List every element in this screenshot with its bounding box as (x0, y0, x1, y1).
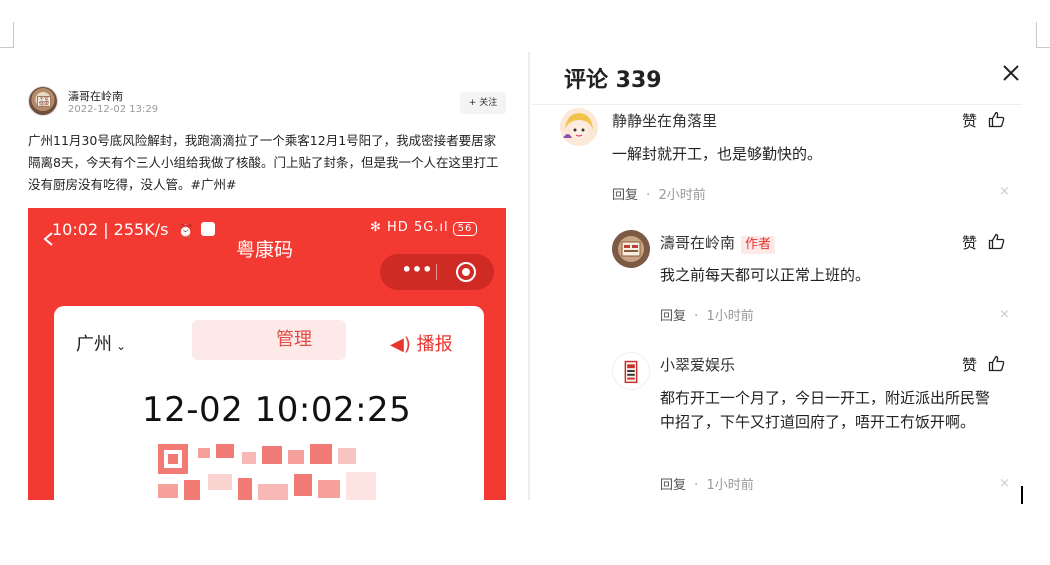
comment-time: 1小时前 (706, 478, 754, 493)
dismiss-comment-button[interactable]: × (999, 184, 1010, 199)
header-divider (532, 104, 1022, 105)
like-button[interactable]: 赞 (962, 110, 1005, 131)
dismiss-comment-button[interactable]: × (999, 307, 1010, 322)
app-badge-icon (200, 222, 215, 236)
panel-divider (528, 52, 530, 500)
status-bar-time: 10:02 | 255K/s ⏰ (52, 220, 215, 239)
app-title: 粤康码 (236, 239, 294, 261)
city-label: 广州 (76, 334, 112, 355)
page: 平安 健康 濤哥在岭南 2022-12-02 13:29 + 关注 广州11月3… (0, 0, 1050, 565)
comments-title: 评论 339 (564, 68, 662, 93)
page-corner-mark (0, 22, 14, 48)
meta-separator: · (646, 188, 651, 203)
post-author-row: 平安 健康 濤哥在岭南 2022-12-02 13:29 + 关注 (28, 84, 506, 120)
avatar-sign-icon (612, 230, 650, 268)
more-icon[interactable]: ••• (394, 260, 440, 279)
comment-meta: 回复 · 1小时前 (660, 474, 754, 493)
page-corner-mark (1036, 22, 1050, 48)
comment-text: 都冇开工一个月了，今日一开工，附近派出所民警中招了，下午又打道回府了，唔开工冇饭… (660, 389, 991, 431)
status-time-text: 10:02 | 255K/s (52, 220, 169, 239)
code-datetime: 12-02 10:02:25 (142, 390, 412, 430)
status-bar-icons: ✻ HD 5G.ıl 56 (370, 220, 478, 236)
broadcast-button[interactable]: ◀) 播报 (390, 330, 453, 356)
avatar-logo-icon (613, 353, 649, 389)
mini-app-capsule[interactable]: ••• (380, 254, 494, 290)
comment-author-name[interactable]: 静静坐在角落里 (612, 110, 717, 131)
comments-panel: 评论 339 静静坐在角落里 赞 一解封就开工，也是够勤快的。 回复 · 2小时… (532, 52, 1022, 500)
meta-separator: · (694, 309, 699, 324)
reply-button[interactable]: 回复 (660, 309, 686, 324)
comment-time: 2小时前 (658, 188, 706, 203)
thumbs-up-icon (988, 233, 1005, 250)
avatar-girl-icon (560, 108, 598, 146)
manage-button[interactable]: 管理 (192, 320, 346, 360)
post: 平安 健康 濤哥在岭南 2022-12-02 13:29 + 关注 广州11月3… (28, 84, 506, 500)
post-body: 广州11月30号底风险解封，我跑滴滴拉了一个乘客12月1号阳了，我成密接者要居家… (28, 133, 499, 192)
comment-author-name[interactable]: 濤哥在岭南 作者 (660, 232, 776, 254)
network-signal-icon: ✻ HD 5G.ıl (370, 220, 449, 235)
avatar-sign: 平安 健康 (37, 96, 51, 107)
post-timestamp: 2022-12-02 13:29 (68, 104, 159, 115)
close-mini-app-icon[interactable] (456, 262, 476, 282)
chevron-down-icon: ⌄ (116, 339, 127, 353)
comment-author-name[interactable]: 小翠爱娱乐 (660, 354, 735, 375)
comment-meta: 回复 · 1小时前 (660, 305, 754, 324)
capsule-divider (436, 264, 437, 280)
avatar[interactable] (612, 230, 650, 268)
post-author-name[interactable]: 濤哥在岭南 (68, 88, 123, 104)
author-name-text: 濤哥在岭南 (660, 234, 736, 252)
text-cursor (1021, 486, 1023, 504)
like-button[interactable]: 赞 (962, 232, 1005, 253)
dismiss-comment-button[interactable]: × (999, 476, 1010, 491)
like-button[interactable]: 赞 (962, 354, 1005, 375)
comment-meta: 回复 · 2小时前 (612, 184, 706, 203)
follow-button[interactable]: + 关注 (460, 92, 506, 114)
comment-time: 1小时前 (706, 309, 754, 324)
reply-button[interactable]: 回复 (660, 478, 686, 493)
meta-separator: · (694, 478, 699, 493)
battery-icon: 56 (452, 222, 478, 236)
like-label: 赞 (962, 356, 978, 374)
like-label: 赞 (962, 112, 978, 130)
comment-text: 我之前每天都可以正常上班的。 (660, 266, 871, 284)
avatar[interactable] (560, 108, 598, 146)
city-selector[interactable]: 广州 ⌄ (76, 330, 126, 356)
alarm-icon: ⏰ (177, 224, 194, 239)
qr-code-blurred (158, 444, 386, 500)
author-badge: 作者 (741, 236, 776, 254)
thumbs-up-icon (988, 355, 1005, 372)
close-icon[interactable] (1000, 62, 1022, 84)
post-image-health-code[interactable]: 10:02 | 255K/s ⏰ ✻ HD 5G.ıl 56 粤康码 ••• 广州… (28, 208, 506, 500)
avatar[interactable] (612, 352, 650, 390)
back-arrow-icon[interactable] (42, 232, 56, 246)
like-label: 赞 (962, 234, 978, 252)
avatar[interactable]: 平安 健康 (28, 86, 58, 116)
comment-text: 一解封就开工，也是够勤快的。 (612, 145, 823, 163)
health-code-card: 广州 ⌄ 管理 ◀) 播报 12-02 10:02:25 (54, 306, 484, 500)
broadcast-label: 播报 (416, 334, 453, 355)
thumbs-up-icon (988, 111, 1005, 128)
speaker-icon: ◀) (390, 334, 411, 355)
reply-button[interactable]: 回复 (612, 188, 638, 203)
